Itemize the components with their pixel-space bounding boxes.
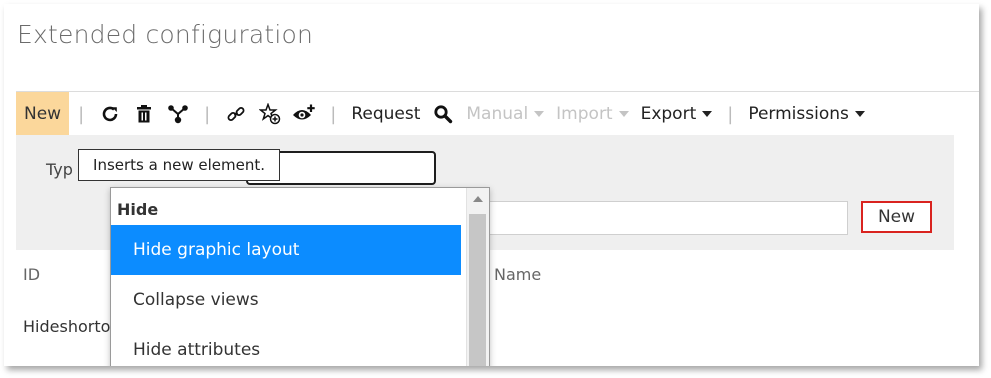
refresh-icon[interactable] — [96, 100, 124, 128]
scrollbar-thumb[interactable] — [469, 214, 486, 366]
toolbar-divider: | — [330, 103, 337, 125]
type-dropdown-list: Hide Hide graphic layout Collapse views … — [110, 187, 490, 366]
page-title: Extended configuration — [17, 20, 314, 49]
toolbar-divider: | — [204, 103, 211, 125]
view-add-icon[interactable] — [290, 100, 318, 128]
manual-menu[interactable]: Manual — [466, 104, 545, 124]
new-tab-button[interactable]: New — [16, 92, 70, 136]
permissions-menu-label: Permissions — [748, 104, 849, 124]
scroll-up-arrow-icon[interactable] — [473, 196, 483, 202]
hierarchy-icon[interactable] — [164, 100, 192, 128]
toolbar-divider: | — [78, 103, 85, 125]
dropdown-scrollbar[interactable] — [466, 188, 489, 366]
toolbar-divider: | — [727, 103, 734, 125]
chevron-down-icon — [854, 111, 865, 117]
manual-menu-label: Manual — [466, 104, 529, 124]
table-row-id: Hideshorto — [23, 317, 111, 336]
group-header-hide: Hide — [117, 200, 159, 219]
toolbar: New | | | Request Manual Import Export |… — [16, 91, 979, 136]
column-header-id[interactable]: ID — [23, 265, 40, 284]
type-label: Typ — [46, 160, 73, 179]
new-button[interactable]: New — [861, 201, 932, 233]
delete-icon[interactable] — [130, 100, 158, 128]
chevron-down-icon — [618, 111, 629, 117]
dropdown-option-collapse-views[interactable]: Collapse views — [111, 275, 461, 325]
import-menu[interactable]: Import — [556, 104, 629, 124]
tooltip: Inserts a new element. — [78, 149, 280, 181]
link-icon[interactable] — [222, 100, 250, 128]
chevron-down-icon — [534, 111, 545, 117]
permissions-menu[interactable]: Permissions — [748, 104, 865, 124]
search-icon[interactable] — [429, 100, 457, 128]
star-add-icon[interactable] — [256, 100, 284, 128]
dropdown-option-hide-attributes[interactable]: Hide attributes — [111, 325, 461, 366]
request-button[interactable]: Request — [351, 104, 420, 124]
chevron-down-icon — [702, 111, 713, 117]
export-menu[interactable]: Export — [641, 104, 713, 124]
main-window: Extended configuration New | | | Request… — [4, 4, 979, 366]
import-menu-label: Import — [556, 104, 613, 124]
export-menu-label: Export — [640, 104, 697, 124]
name-input[interactable] — [486, 201, 848, 235]
dropdown-option-hide-graphic-layout[interactable]: Hide graphic layout — [111, 225, 461, 275]
column-header-name[interactable]: Name — [494, 265, 541, 284]
